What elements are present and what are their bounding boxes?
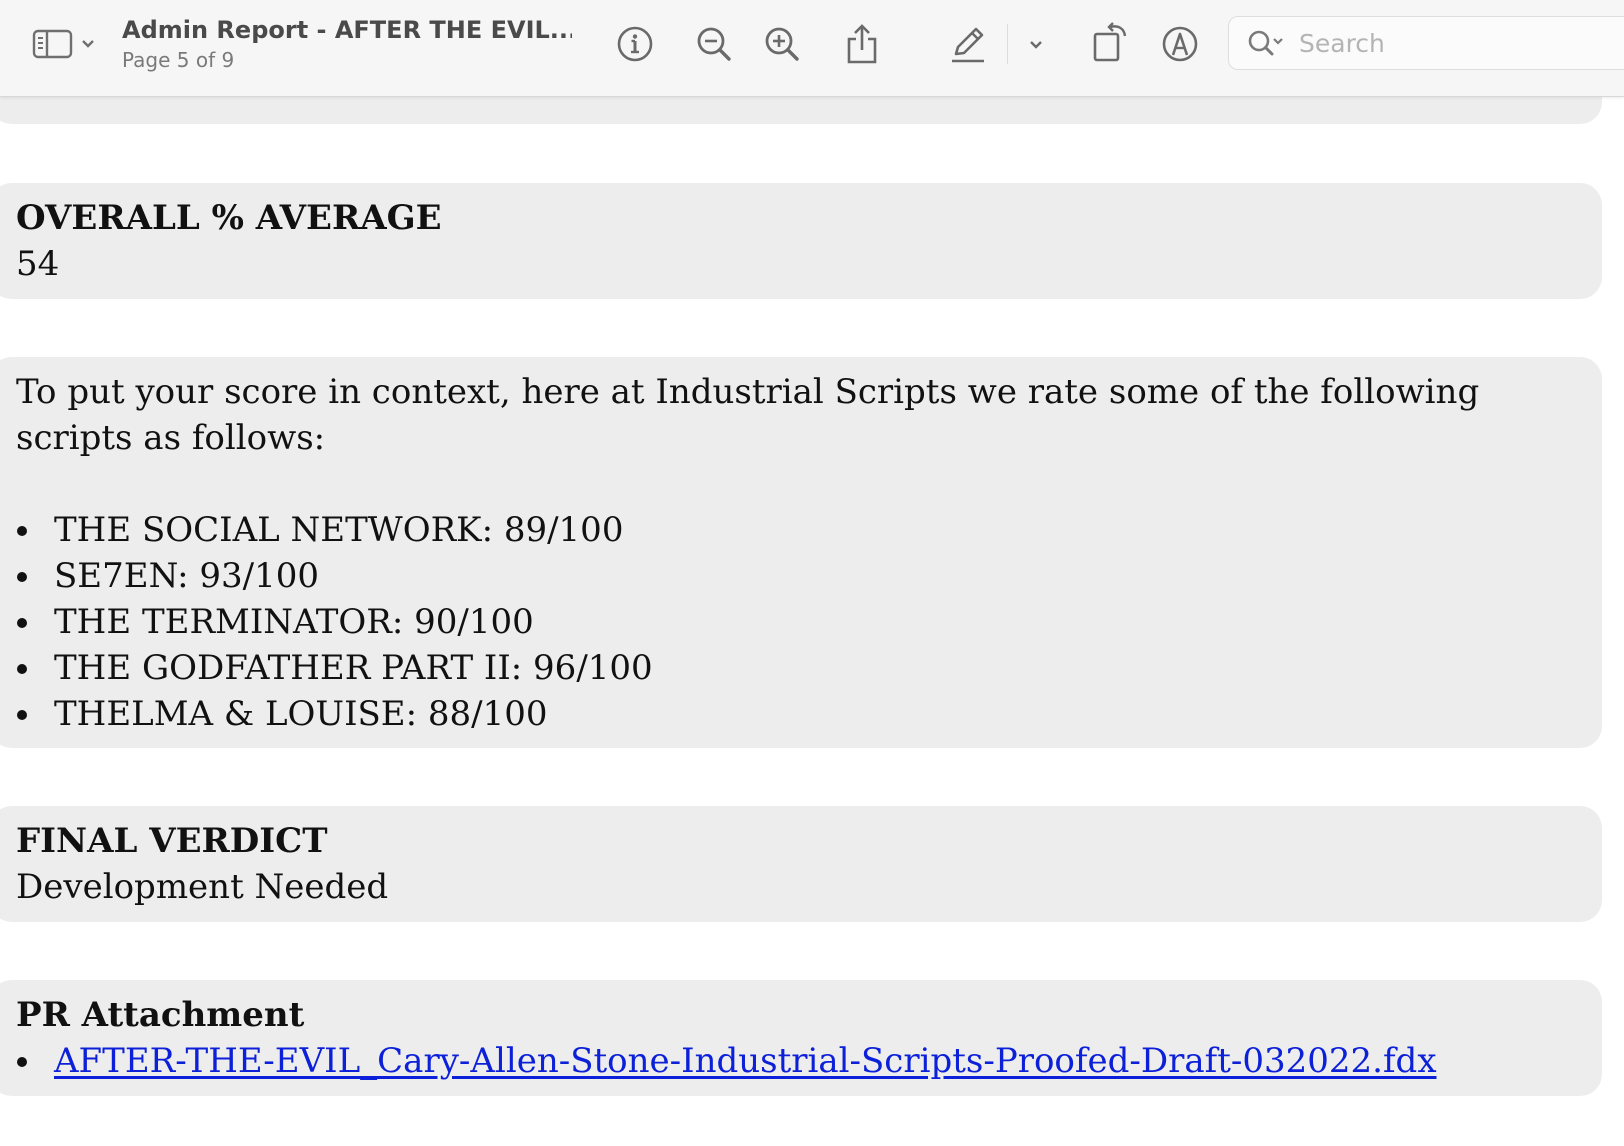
list-item: THELMA & LOUISE: 88/100 (16, 691, 1562, 737)
list-item-text: THE TERMINATOR: 90/100 (54, 602, 534, 642)
pr-attachment-card: PR Attachment AFTER-THE-EVIL_Cary-Allen-… (0, 980, 1602, 1096)
share-icon (844, 23, 880, 65)
toolbar: Admin Report - AFTER THE EVIL.... Page 5… (0, 0, 1624, 97)
list-item: THE TERMINATOR: 90/100 (16, 599, 1562, 645)
title-block: Admin Report - AFTER THE EVIL.... Page 5… (122, 14, 572, 74)
bullet-icon (17, 526, 27, 536)
sidebar-icon (32, 28, 74, 60)
score-context-paragraph: To put your score in context, here at In… (16, 372, 1480, 458)
search-icon (1247, 29, 1287, 63)
markup-pen-icon (948, 24, 988, 64)
final-verdict-value: Development Needed (16, 867, 389, 907)
zoom-out-icon (695, 25, 733, 63)
overall-average-heading: OVERALL % AVERAGE (16, 198, 442, 238)
document-page: 50 OVERALL % AVERAGE 54 To put your scor… (0, 0, 1624, 1146)
rotate-button[interactable] (1088, 18, 1134, 66)
score-context-card: To put your score in context, here at In… (0, 357, 1602, 748)
rotate-icon (1090, 20, 1132, 64)
bullet-icon (17, 572, 27, 582)
list-item-text: THELMA & LOUISE: 88/100 (54, 694, 548, 734)
list-item: THE SOCIAL NETWORK: 89/100 (16, 507, 1562, 553)
list-item: THE GODFATHER PART II: 96/100 (16, 645, 1562, 691)
final-verdict-card: FINAL VERDICT Development Needed (0, 806, 1602, 922)
chevron-down-icon (1028, 39, 1044, 51)
bullet-icon (17, 664, 27, 674)
search-field[interactable] (1228, 16, 1624, 70)
final-verdict-heading: FINAL VERDICT (16, 821, 328, 861)
overall-average-value: 54 (16, 244, 60, 284)
zoom-in-button[interactable] (760, 22, 804, 66)
annotate-icon (1161, 25, 1199, 63)
annotate-button[interactable] (1158, 22, 1202, 66)
bullet-icon (17, 1057, 27, 1067)
info-icon (616, 25, 654, 63)
attachment-link[interactable]: AFTER-THE-EVIL_Cary-Allen-Stone-Industri… (54, 1041, 1437, 1081)
markup-options-button[interactable] (1024, 30, 1048, 60)
share-button[interactable] (840, 20, 884, 68)
list-item-text: THE GODFATHER PART II: 96/100 (54, 648, 653, 688)
search-input[interactable] (1299, 25, 1599, 61)
chevron-down-icon (80, 38, 96, 50)
bullet-icon (17, 618, 27, 628)
markup-button[interactable] (944, 20, 992, 68)
overall-average-card: OVERALL % AVERAGE 54 (0, 183, 1602, 299)
list-item-text: SE7EN: 93/100 (54, 556, 319, 596)
document-title: Admin Report - AFTER THE EVIL.... (122, 16, 572, 44)
zoom-out-button[interactable] (692, 22, 736, 66)
list-item: SE7EN: 93/100 (16, 553, 1562, 599)
list-item: AFTER-THE-EVIL_Cary-Allen-Stone-Industri… (16, 1038, 1562, 1084)
page-indicator: Page 5 of 9 (122, 48, 235, 72)
comparison-scripts-list: THE SOCIAL NETWORK: 89/100 SE7EN: 93/100… (16, 507, 1562, 737)
attachment-list: AFTER-THE-EVIL_Cary-Allen-Stone-Industri… (16, 1038, 1562, 1084)
toolbar-divider (1007, 24, 1008, 64)
zoom-in-icon (763, 25, 801, 63)
sidebar-toggle-button[interactable] (26, 24, 102, 64)
pr-attachment-heading: PR Attachment (16, 995, 305, 1035)
info-button[interactable] (614, 22, 656, 66)
list-item-text: THE SOCIAL NETWORK: 89/100 (54, 510, 624, 550)
bullet-icon (17, 710, 27, 720)
